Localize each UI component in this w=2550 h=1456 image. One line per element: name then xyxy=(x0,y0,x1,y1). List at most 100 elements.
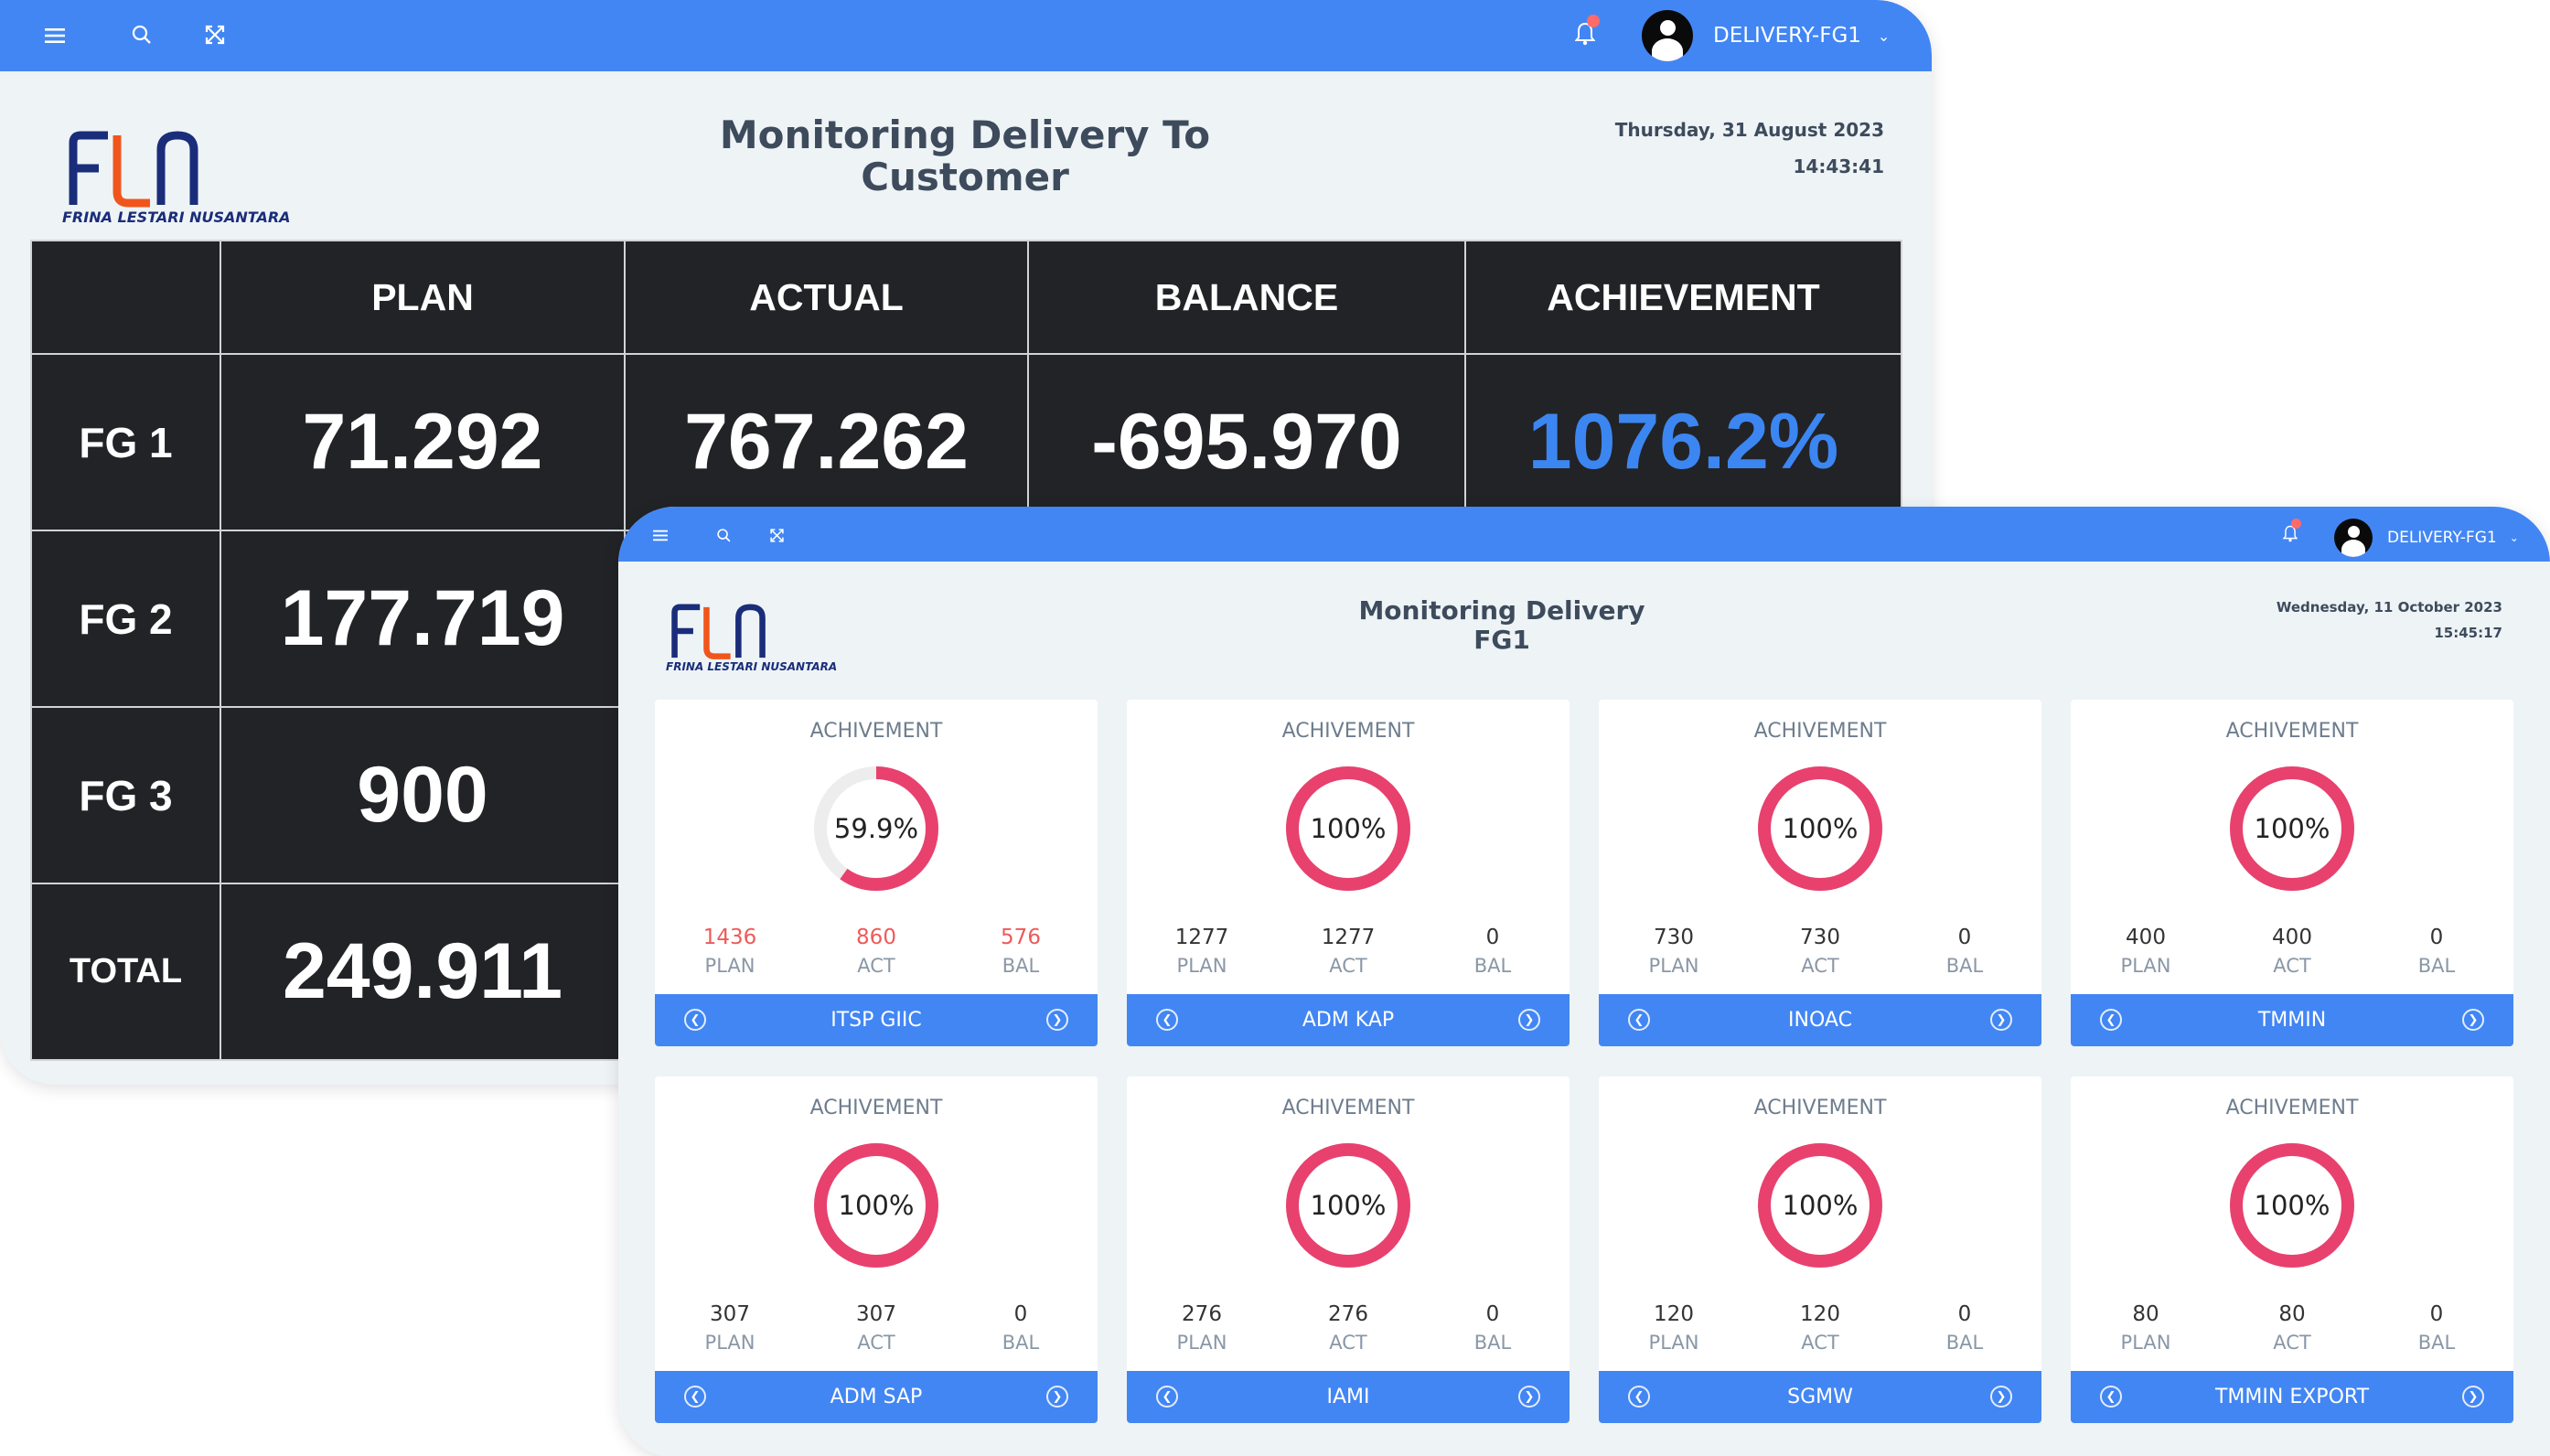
card-footer: ❮ SGMW ❯ xyxy=(1599,1371,2041,1423)
plan-value: 71.292 xyxy=(220,353,626,531)
row-label: FG 3 xyxy=(30,706,221,884)
row-label: TOTAL xyxy=(30,883,221,1061)
header-actual: ACTUAL xyxy=(624,240,1029,355)
fullscreen-icon[interactable] xyxy=(201,21,229,48)
fln-logo-icon xyxy=(69,131,198,208)
plan-stat: 120 PLAN xyxy=(1619,1302,1729,1354)
act-label: ACT xyxy=(2273,1332,2311,1354)
chevron-down-icon: ⌄ xyxy=(1877,27,1891,45)
act-stat: 730 ACT xyxy=(1765,926,1875,977)
prev-arrow-icon[interactable]: ❮ xyxy=(684,1386,706,1408)
bal-label: BAL xyxy=(1002,1332,1040,1354)
search-icon[interactable] xyxy=(713,525,734,545)
plan-label: PLAN xyxy=(2120,955,2171,977)
act-stat: 80 ACT xyxy=(2237,1302,2347,1354)
card-title: ACHIVEMENT xyxy=(1753,1097,1887,1119)
achievement-percent: 100% xyxy=(1310,1190,1387,1221)
bal-value: 0 xyxy=(1957,926,1972,949)
customer-name: IAMI xyxy=(1326,1386,1370,1408)
current-time: 15:45:17 xyxy=(2434,625,2502,641)
bal-label: BAL xyxy=(2417,1332,2456,1354)
user-name: DELIVERY-FG1 xyxy=(2387,529,2497,547)
card-title: ACHIVEMENT xyxy=(2225,1097,2359,1119)
next-arrow-icon[interactable]: ❯ xyxy=(1518,1009,1540,1031)
company-logo: FRINA LESTARI NUSANTARA xyxy=(60,128,291,226)
act-stat: 400 ACT xyxy=(2237,926,2347,977)
act-value: 120 xyxy=(1800,1302,1840,1326)
bal-label: BAL xyxy=(2417,955,2456,977)
plan-value: 80 xyxy=(2132,1302,2159,1326)
prev-arrow-icon[interactable]: ❮ xyxy=(1628,1009,1650,1031)
plan-value: 1277 xyxy=(1174,926,1229,949)
header-plan: PLAN xyxy=(220,240,626,355)
next-arrow-icon[interactable]: ❯ xyxy=(1046,1386,1068,1408)
user-menu[interactable]: DELIVERY-FG1 ⌄ xyxy=(1642,10,1890,61)
row-label: FG 2 xyxy=(30,530,221,708)
menu-icon[interactable] xyxy=(42,23,68,48)
card-title: ACHIVEMENT xyxy=(809,1097,943,1119)
card-footer: ❮ INOAC ❯ xyxy=(1599,994,2041,1046)
page-title: Monitoring Delivery To Customer xyxy=(719,112,1211,199)
bell-icon[interactable] xyxy=(2280,519,2301,545)
next-arrow-icon[interactable]: ❯ xyxy=(1990,1009,2012,1031)
prev-arrow-icon[interactable]: ❮ xyxy=(2100,1009,2122,1031)
achievement-percent: 100% xyxy=(838,1190,915,1221)
prev-arrow-icon[interactable]: ❮ xyxy=(1156,1009,1178,1031)
plan-label: PLAN xyxy=(1648,955,1699,977)
notification-dot xyxy=(2291,519,2301,529)
prev-arrow-icon[interactable]: ❮ xyxy=(1628,1386,1650,1408)
next-arrow-icon[interactable]: ❯ xyxy=(1518,1386,1540,1408)
next-arrow-icon[interactable]: ❯ xyxy=(2462,1386,2484,1408)
avatar xyxy=(1642,10,1693,61)
bell-icon[interactable] xyxy=(1571,15,1600,49)
next-arrow-icon[interactable]: ❯ xyxy=(1046,1009,1068,1031)
menu-icon[interactable] xyxy=(651,526,670,544)
current-date: Wednesday, 11 October 2023 xyxy=(2276,599,2502,616)
customer-name: ITSP GIIC xyxy=(830,1009,922,1032)
card-title: ACHIVEMENT xyxy=(1753,720,1887,743)
page-title-line1: Monitoring Delivery xyxy=(1358,595,1645,626)
bal-stat: 0 BAL xyxy=(2382,926,2491,977)
bal-value: 0 xyxy=(1013,1302,1028,1326)
achievement-percent: 100% xyxy=(1782,813,1859,844)
prev-arrow-icon[interactable]: ❮ xyxy=(2100,1386,2122,1408)
plan-stat: 80 PLAN xyxy=(2091,1302,2201,1354)
bal-value: 0 xyxy=(1485,1302,1500,1326)
plan-value: 120 xyxy=(1654,1302,1694,1326)
bal-stat: 0 BAL xyxy=(1910,1302,2020,1354)
next-arrow-icon[interactable]: ❯ xyxy=(2462,1009,2484,1031)
balance-value: -695.970 xyxy=(1027,353,1466,531)
act-value: 1277 xyxy=(1321,926,1376,949)
prev-arrow-icon[interactable]: ❮ xyxy=(1156,1386,1178,1408)
customer-name: TMMIN EXPORT xyxy=(2214,1386,2370,1408)
plan-value: 730 xyxy=(1654,926,1694,949)
user-menu[interactable]: DELIVERY-FG1 ⌄ xyxy=(2334,519,2519,557)
achievement-percent: 100% xyxy=(2254,1190,2330,1221)
row-label: FG 1 xyxy=(30,353,221,531)
customer-name: ADM SAP xyxy=(830,1386,923,1408)
plan-value: 276 xyxy=(1182,1302,1222,1326)
user-name: DELIVERY-FG1 xyxy=(1713,24,1861,48)
bal-label: BAL xyxy=(1473,1332,1512,1354)
act-value: 730 xyxy=(1800,926,1840,949)
next-arrow-icon[interactable]: ❯ xyxy=(1990,1386,2012,1408)
card-title: ACHIVEMENT xyxy=(1281,1097,1415,1119)
plan-value: 307 xyxy=(710,1302,750,1326)
prev-arrow-icon[interactable]: ❮ xyxy=(684,1009,706,1031)
plan-label: PLAN xyxy=(1176,955,1227,977)
bal-value: 0 xyxy=(2429,926,2444,949)
card-footer: ❮ TMMIN EXPORT ❯ xyxy=(2071,1371,2513,1423)
card-footer: ❮ TMMIN ❯ xyxy=(2071,994,2513,1046)
act-value: 80 xyxy=(2278,1302,2306,1326)
bal-stat: 576 BAL xyxy=(966,926,1076,977)
fullscreen-icon[interactable] xyxy=(766,525,787,545)
search-icon[interactable] xyxy=(128,21,155,48)
bal-value: 0 xyxy=(1485,926,1500,949)
card-footer: ❮ ADM KAP ❯ xyxy=(1127,994,1570,1046)
achievement-percent: 100% xyxy=(1782,1190,1859,1221)
bal-stat: 0 BAL xyxy=(1438,926,1548,977)
plan-stat: 400 PLAN xyxy=(2091,926,2201,977)
bal-value: 0 xyxy=(1957,1302,1972,1326)
act-label: ACT xyxy=(1329,1332,1367,1354)
plan-stat: 276 PLAN xyxy=(1147,1302,1257,1354)
